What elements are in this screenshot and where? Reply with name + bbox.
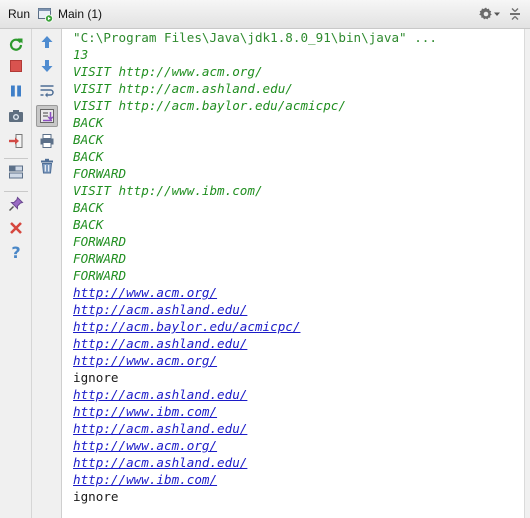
- tab-label: Main (1): [58, 7, 103, 21]
- hide-icon: [510, 8, 520, 20]
- layout-icon: [9, 165, 23, 179]
- soft-wrap-button[interactable]: [36, 80, 58, 102]
- print-button[interactable]: [36, 130, 58, 152]
- pin-tab-button[interactable]: [5, 193, 27, 215]
- hyperlink-line[interactable]: http://acm.ashland.edu/: [73, 386, 437, 403]
- rerun-icon: [9, 38, 23, 51]
- down-arrow-icon: [41, 60, 53, 72]
- input-echo-line: VISIT http://acm.baylor.edu/acmicpc/: [73, 98, 346, 113]
- console-lines: "C:\Program Files\Java\jdk1.8.0_91\bin\j…: [73, 29, 437, 505]
- print-icon: [40, 134, 54, 148]
- soft-wrap-icon: [40, 85, 54, 98]
- input-echo-line: BACK: [73, 149, 104, 164]
- pin-icon: [8, 196, 24, 212]
- run-toolbar-primary: ?: [0, 29, 32, 518]
- command-line: "C:\Program Files\Java\jdk1.8.0_91\bin\j…: [73, 30, 437, 45]
- hyperlink-line[interactable]: http://acm.ashland.edu/: [73, 420, 437, 437]
- rerun-button[interactable]: [5, 33, 27, 55]
- output-line: ignore: [73, 370, 119, 385]
- scroll-to-end-icon: [40, 109, 54, 123]
- input-echo-line: VISIT http://www.acm.org/: [73, 64, 263, 79]
- camera-icon: [9, 110, 23, 122]
- close-button[interactable]: [5, 217, 27, 239]
- next-occurrence-button[interactable]: [36, 55, 58, 77]
- settings-gear-button[interactable]: [478, 6, 500, 22]
- hyperlink-line[interactable]: http://acm.baylor.edu/acmicpc/: [73, 318, 437, 335]
- input-echo-line: BACK: [73, 217, 104, 232]
- gear-icon: [479, 7, 492, 20]
- help-button[interactable]: ?: [5, 241, 27, 263]
- stop-button[interactable]: [5, 55, 27, 77]
- output-line: ignore: [73, 489, 119, 504]
- help-icon: ?: [11, 242, 21, 262]
- run-toolbar-secondary: [32, 29, 62, 518]
- toolbar-separator: [4, 158, 28, 159]
- input-echo-line: BACK: [73, 115, 104, 130]
- hyperlink-line[interactable]: http://acm.ashland.edu/: [73, 301, 437, 318]
- hyperlink-line[interactable]: http://www.ibm.com/: [73, 403, 437, 420]
- run-label: Run: [8, 7, 31, 21]
- input-echo-line: VISIT http://www.ibm.com/: [73, 183, 263, 198]
- chevron-down-icon: [494, 12, 500, 16]
- run-tool-window-header: Run Main (1): [0, 0, 530, 29]
- exit-icon: [9, 134, 23, 148]
- exit-button[interactable]: [5, 130, 27, 152]
- hyperlink-line[interactable]: http://acm.ashland.edu/: [73, 335, 437, 352]
- tab-main[interactable]: Main (1): [37, 3, 102, 25]
- input-echo-line: FORWARD: [73, 251, 127, 266]
- dump-threads-button[interactable]: [5, 105, 27, 127]
- stop-icon: [10, 60, 22, 72]
- input-echo-line: 13: [73, 47, 89, 62]
- up-arrow-icon: [41, 36, 53, 48]
- scroll-to-end-button[interactable]: [36, 105, 58, 127]
- hyperlink-line[interactable]: http://www.acm.org/: [73, 437, 437, 454]
- hyperlink-line[interactable]: http://www.acm.org/: [73, 284, 437, 301]
- pause-button[interactable]: [5, 80, 27, 102]
- input-echo-line: FORWARD: [73, 268, 127, 283]
- input-echo-line: VISIT http://acm.ashland.edu/: [73, 81, 293, 96]
- input-echo-line: FORWARD: [73, 234, 127, 249]
- toolbar-separator: [4, 191, 28, 192]
- input-echo-line: FORWARD: [73, 166, 127, 181]
- run-config-icon: [38, 7, 54, 22]
- hide-panel-button[interactable]: [508, 7, 522, 21]
- trash-icon: [41, 158, 53, 174]
- hyperlink-line[interactable]: http://www.acm.org/: [73, 352, 437, 369]
- hyperlink-line[interactable]: http://acm.ashland.edu/: [73, 454, 437, 471]
- hyperlink-line[interactable]: http://www.ibm.com/: [73, 471, 437, 488]
- console-scrollbar-track[interactable]: [524, 29, 530, 518]
- input-echo-line: BACK: [73, 200, 104, 215]
- input-echo-line: BACK: [73, 132, 104, 147]
- close-icon: [10, 222, 22, 234]
- pause-icon: [11, 85, 21, 97]
- layout-button[interactable]: [5, 161, 27, 183]
- clear-all-button[interactable]: [36, 155, 58, 177]
- previous-occurrence-button[interactable]: [36, 31, 58, 53]
- console-output[interactable]: "C:\Program Files\Java\jdk1.8.0_91\bin\j…: [62, 29, 524, 518]
